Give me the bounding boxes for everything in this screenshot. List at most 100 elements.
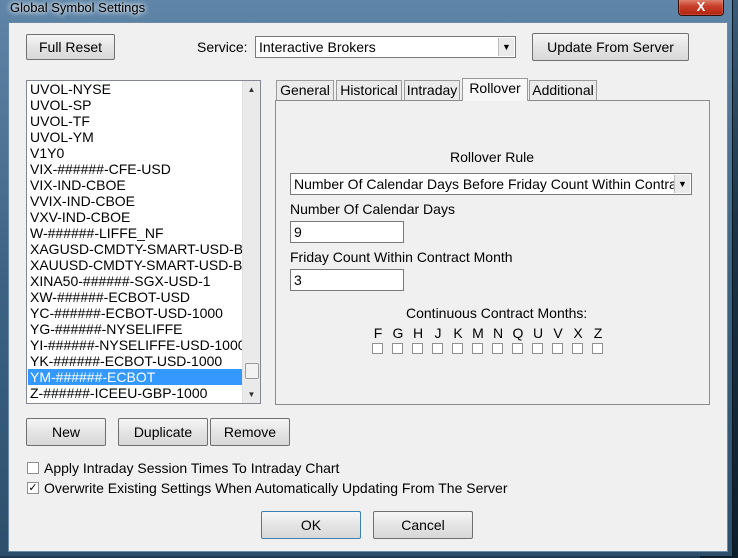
- chevron-down-icon[interactable]: ▼: [498, 38, 514, 56]
- tab-rollover-label: Rollover: [469, 80, 521, 96]
- month-letter-v: V: [553, 325, 563, 341]
- tab-rollover[interactable]: Rollover: [462, 78, 528, 101]
- list-item[interactable]: ZB-######-ECBOT: [28, 401, 245, 403]
- update-from-server-button[interactable]: Update From Server: [532, 33, 689, 61]
- friday-count-input[interactable]: 3: [290, 269, 404, 291]
- month-letter-x: X: [573, 325, 583, 341]
- list-item[interactable]: UVOL-YM: [28, 129, 245, 145]
- list-item[interactable]: YI-######-NYSELIFFE-USD-1000: [28, 337, 245, 353]
- service-select[interactable]: Interactive Brokers ▼: [255, 36, 516, 58]
- month-letter-f: F: [373, 325, 383, 341]
- list-item[interactable]: YC-######-ECBOT-USD-1000: [28, 305, 245, 321]
- month-letter-j: J: [434, 325, 442, 341]
- calendar-days-label: Number Of Calendar Days: [290, 201, 455, 217]
- friday-count-value: 3: [294, 272, 302, 288]
- month-letter-u: U: [532, 325, 544, 341]
- month-letter-g: G: [392, 325, 404, 341]
- check-icon: ✓: [28, 482, 38, 494]
- month-checkbox-x[interactable]: [572, 343, 583, 354]
- month-checkbox-j[interactable]: [432, 343, 443, 354]
- month-checkbox-k[interactable]: [452, 343, 463, 354]
- month-checkbox-m[interactable]: [472, 343, 483, 354]
- duplicate-button[interactable]: Duplicate: [118, 418, 208, 446]
- overwrite-settings-label[interactable]: Overwrite Existing Settings When Automat…: [44, 480, 507, 496]
- chevron-down-icon[interactable]: ▼: [674, 175, 690, 193]
- cancel-button[interactable]: Cancel: [373, 511, 473, 539]
- full-reset-label: Full Reset: [38, 39, 103, 55]
- month-checkbox-n[interactable]: [492, 343, 503, 354]
- tab-additional[interactable]: Additional: [529, 80, 597, 100]
- close-button[interactable]: X: [678, 0, 724, 16]
- symbol-list[interactable]: UVOL-NYSE UVOL-SP UVOL-TF UVOL-YM V1Y0 VIX-##…: [26, 80, 261, 404]
- scroll-down-icon[interactable]: ▼: [243, 386, 260, 403]
- month-checkbox-z[interactable]: [592, 343, 603, 354]
- cancel-label: Cancel: [401, 517, 445, 533]
- apply-intraday-label[interactable]: Apply Intraday Session Times To Intraday…: [44, 460, 339, 476]
- continuous-months-label: Continuous Contract Months:: [406, 305, 588, 321]
- list-item[interactable]: XAGUSD-CMDTY-SMART-USD-BA: [28, 241, 245, 257]
- title-bar[interactable]: Global Symbol Settings X: [0, 0, 732, 20]
- close-icon: X: [696, 0, 706, 14]
- new-button[interactable]: New: [26, 418, 106, 446]
- tab-intraday-label: Intraday: [406, 82, 458, 98]
- service-value: Interactive Brokers: [259, 39, 376, 55]
- month-checkbox-u[interactable]: [532, 343, 543, 354]
- list-item[interactable]: VIX-IND-CBOE: [28, 177, 245, 193]
- ok-label: OK: [300, 517, 322, 533]
- list-item[interactable]: VIX-######-CFE-USD: [28, 161, 245, 177]
- list-item[interactable]: VXV-IND-CBOE: [28, 209, 245, 225]
- duplicate-label: Duplicate: [133, 424, 193, 440]
- full-reset-button[interactable]: Full Reset: [26, 34, 115, 60]
- calendar-days-input[interactable]: 9: [290, 221, 404, 243]
- dialog-client-area: Full Reset Service: Interactive Brokers …: [8, 22, 728, 552]
- tab-intraday[interactable]: Intraday: [404, 80, 460, 100]
- month-checkbox-q[interactable]: [512, 343, 523, 354]
- month-letter-k: K: [453, 325, 463, 341]
- update-from-server-label: Update From Server: [547, 39, 674, 55]
- friday-count-label: Friday Count Within Contract Month: [290, 249, 513, 265]
- month-checkbox-v[interactable]: [552, 343, 563, 354]
- list-item[interactable]: UVOL-TF: [28, 113, 245, 129]
- window-title: Global Symbol Settings: [10, 0, 146, 15]
- list-item[interactable]: XW-######-ECBOT-USD: [28, 289, 245, 305]
- calendar-days-value: 9: [294, 224, 302, 240]
- scrollbar-thumb[interactable]: [245, 363, 259, 379]
- list-item[interactable]: YK-######-ECBOT-USD-1000: [28, 353, 245, 369]
- month-letter-q: Q: [512, 325, 524, 341]
- service-label: Service:: [197, 39, 248, 55]
- list-item[interactable]: UVOL-NYSE: [28, 81, 245, 97]
- month-letter-m: M: [472, 325, 484, 341]
- month-checkbox-f[interactable]: [372, 343, 383, 354]
- list-item[interactable]: VVIX-IND-CBOE: [28, 193, 245, 209]
- month-checkbox-g[interactable]: [392, 343, 403, 354]
- rollover-rule-label: Rollover Rule: [450, 149, 535, 165]
- ok-button[interactable]: OK: [261, 511, 361, 539]
- month-letter-z: Z: [593, 325, 603, 341]
- list-item[interactable]: YG-######-NYSELIFFE: [28, 321, 245, 337]
- apply-intraday-checkbox[interactable]: [27, 462, 39, 474]
- tab-additional-label: Additional: [532, 82, 594, 98]
- month-letter-h: H: [412, 325, 424, 341]
- remove-label: Remove: [223, 424, 277, 440]
- month-letter-n: N: [492, 325, 504, 341]
- tab-historical[interactable]: Historical: [336, 80, 402, 100]
- rollover-rule-select[interactable]: Number Of Calendar Days Before Friday Co…: [290, 173, 692, 195]
- month-checkbox-h[interactable]: [412, 343, 423, 354]
- remove-button[interactable]: Remove: [210, 418, 290, 446]
- new-label: New: [51, 424, 80, 440]
- symbol-list-scrollbar[interactable]: ▲ ▼: [242, 81, 260, 403]
- rollover-rule-value: Number Of Calendar Days Before Friday Co…: [294, 176, 692, 192]
- list-item[interactable]: XAUUSD-CMDTY-SMART-USD-BA: [28, 257, 245, 273]
- tab-historical-label: Historical: [340, 82, 398, 98]
- overwrite-settings-checkbox[interactable]: ✓: [27, 482, 39, 494]
- list-item[interactable]: YM-######-ECBOT: [28, 369, 245, 385]
- scroll-up-icon[interactable]: ▲: [243, 81, 260, 98]
- list-item[interactable]: Z-######-ICEEU-GBP-1000: [28, 385, 245, 401]
- list-item[interactable]: UVOL-SP: [28, 97, 245, 113]
- list-item[interactable]: W-######-LIFFE_NF: [28, 225, 245, 241]
- list-item[interactable]: XINA50-######-SGX-USD-1: [28, 273, 245, 289]
- list-item[interactable]: V1Y0: [28, 145, 245, 161]
- tab-general[interactable]: General: [276, 80, 334, 100]
- global-symbol-settings-window: Global Symbol Settings X Full Reset Serv…: [0, 0, 733, 556]
- tab-general-label: General: [280, 82, 330, 98]
